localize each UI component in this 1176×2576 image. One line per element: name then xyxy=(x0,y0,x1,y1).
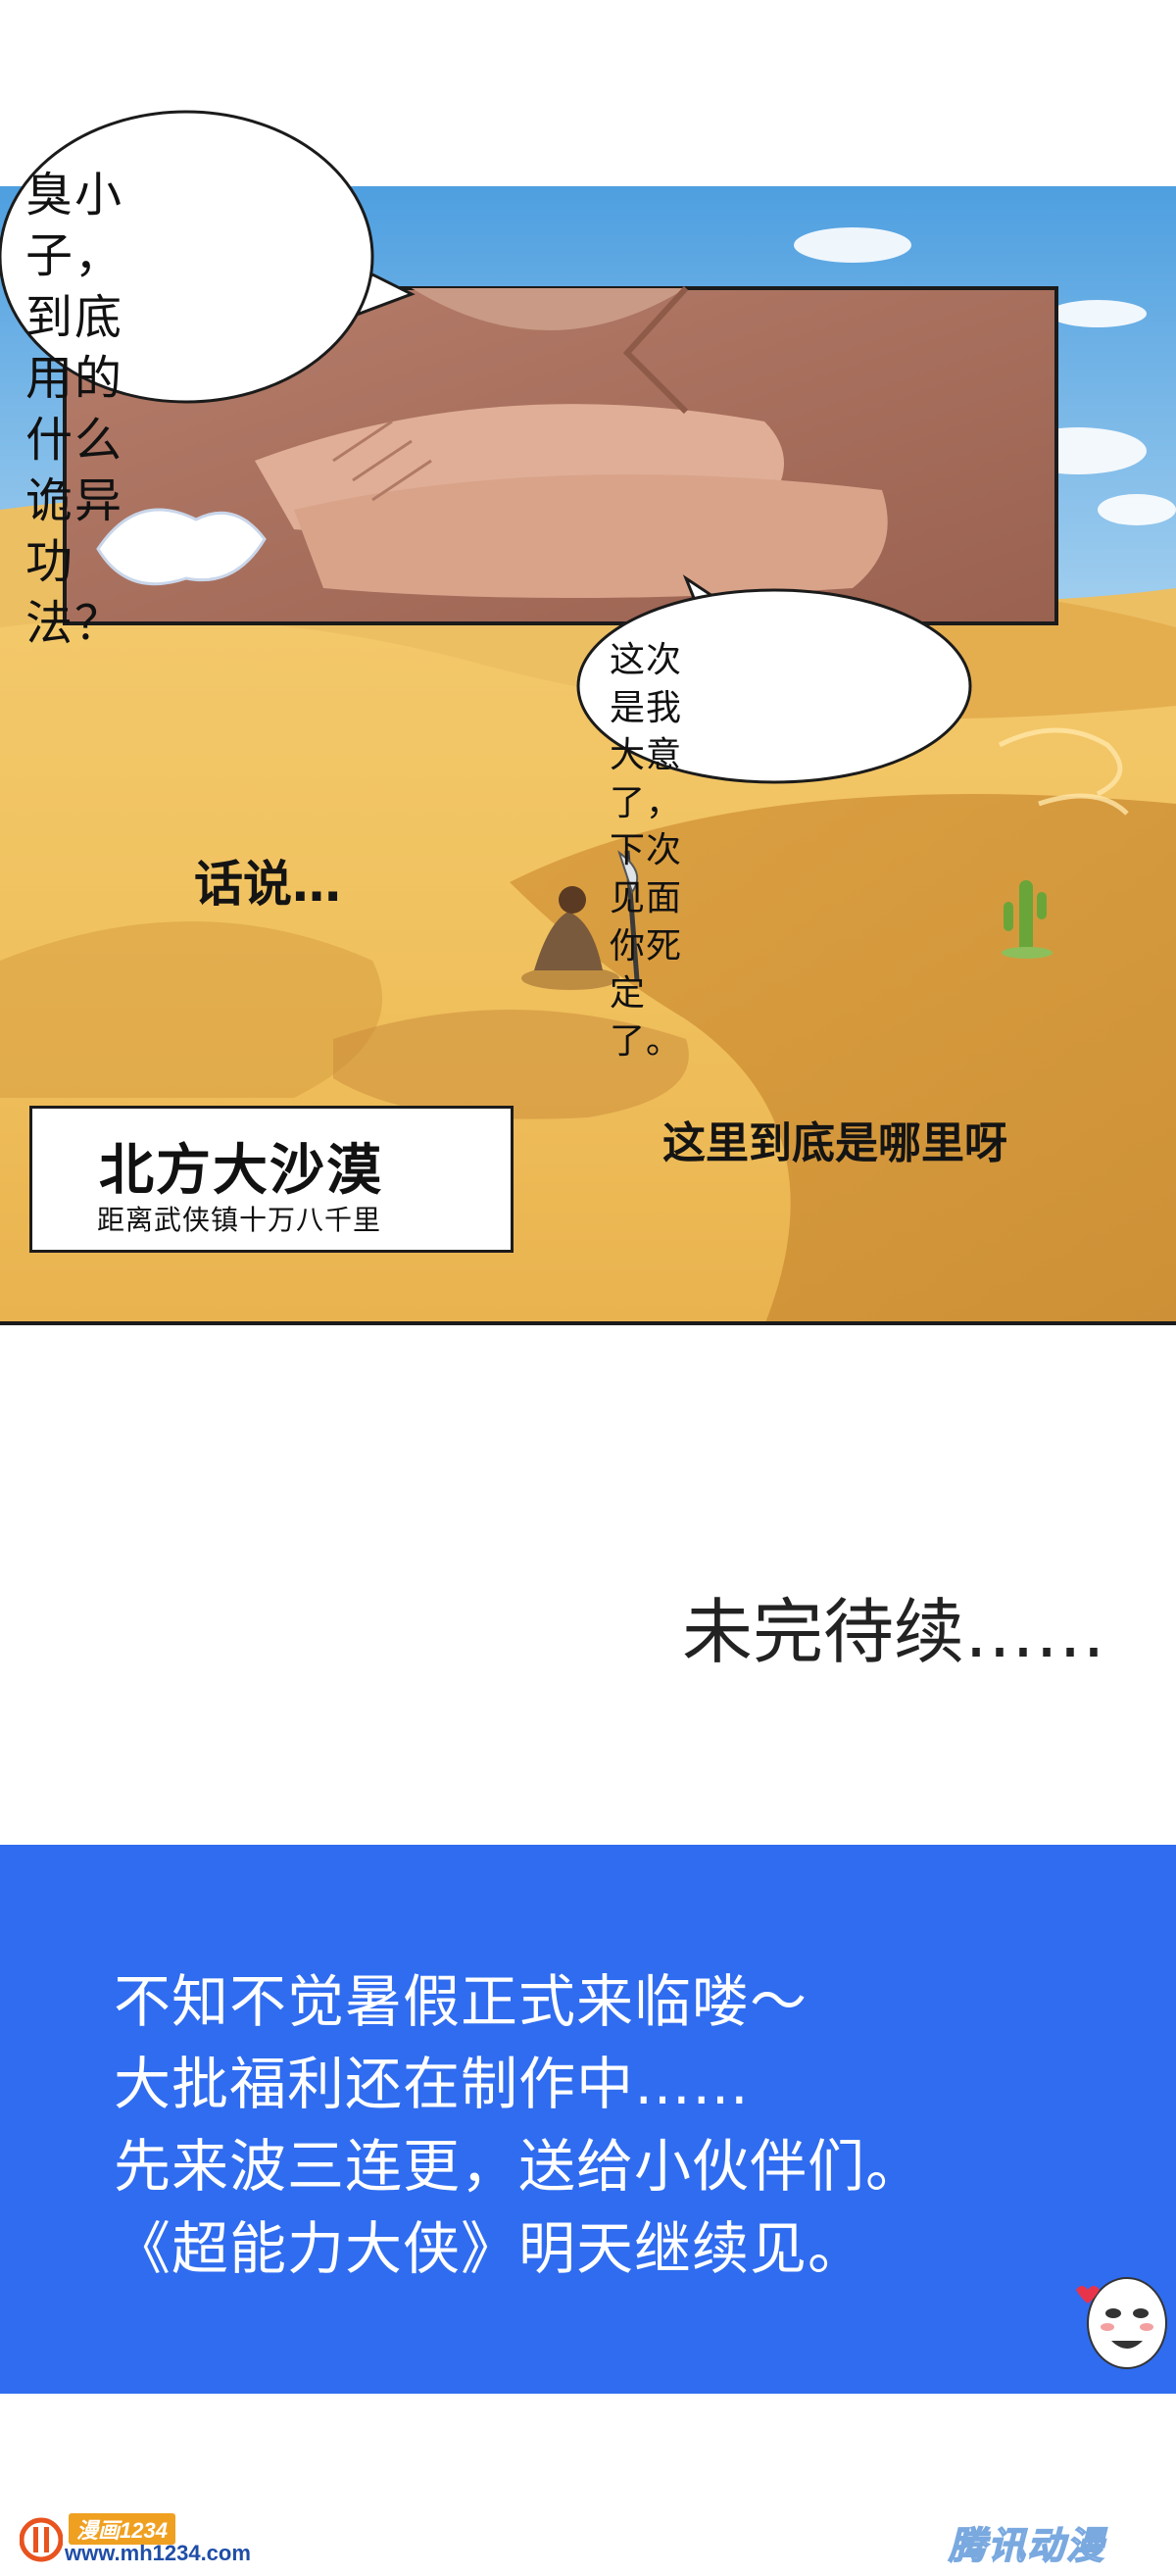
speech-bubble-bottom-text: 这次是我大意了， 下次见面你死定了。 xyxy=(610,640,683,1062)
location-title: 北方大沙漠 xyxy=(99,1138,383,1203)
narration-text: 话说… xyxy=(194,856,341,913)
location-subtitle: 距离武侠镇十万八千里 xyxy=(97,1204,382,1236)
emoji-face-icon xyxy=(1076,2277,1167,2369)
author-notice-box: 不知不觉暑假正式来临喽～ 大批福利还在制作中…… 先来波三连更，送给小伙伴们。 … xyxy=(0,1845,1176,2394)
location-caption-box: 北方大沙漠 距离武侠镇十万八千里 xyxy=(29,1106,514,1253)
speech-bubble-top-text: 臭小子，到底 用的什么诡异 功法？ xyxy=(25,168,124,651)
notice-line: 《超能力大侠》明天继续见。 xyxy=(114,2215,866,2282)
notice-line: 不知不觉暑假正式来临喽～ xyxy=(114,1968,808,2035)
logo-url[interactable]: www.mh1234.com xyxy=(65,2541,251,2566)
logo-mark-icon xyxy=(20,2517,63,2562)
to-be-continued-text: 未完待续…… xyxy=(682,1591,1106,1673)
publisher-watermark: 腾讯动漫 xyxy=(948,2523,1106,2568)
notice-line: 大批福利还在制作中…… xyxy=(114,2051,751,2117)
notice-line: 先来波三连更，送给小伙伴们。 xyxy=(114,2133,924,2200)
desert-panel: 臭小子，到底 用的什么诡异 功法？ 这次是我大意了， 下次见面你死定了。 话说…… xyxy=(0,0,1176,1325)
narration-question: 这里到底是哪里呀 xyxy=(662,1118,1007,1168)
site-logo[interactable]: 漫画1234 www.mh1234.com xyxy=(20,2511,251,2568)
notice-lines: 不知不觉暑假正式来临喽～ 大批福利还在制作中…… 先来波三连更，送给小伙伴们。 … xyxy=(114,1960,923,2290)
